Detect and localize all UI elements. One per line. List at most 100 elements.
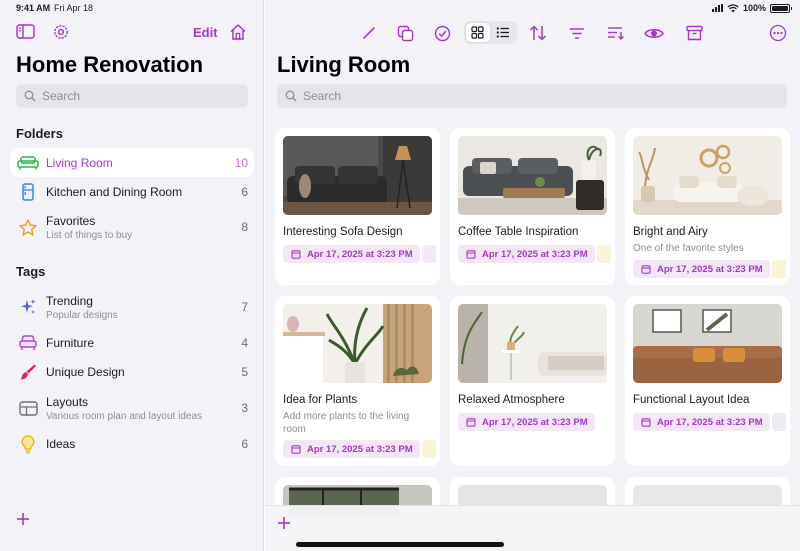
search-icon (285, 90, 297, 102)
search-icon (24, 90, 36, 102)
card-image-relaxed (458, 304, 607, 383)
toolbar (265, 20, 800, 46)
date-chip-text: Apr 17, 2025 at 3:23 PM (482, 416, 588, 428)
tag-chip-partial[interactable] (422, 245, 436, 263)
tag-chip-partial[interactable] (597, 245, 611, 263)
calendar-icon (291, 445, 301, 454)
status-indicators: 100% (711, 3, 792, 13)
sidebar-item-label: Layouts (46, 394, 89, 409)
calendar-icon (641, 418, 651, 427)
paintbrush-icon (10, 363, 46, 381)
tag-chip-partial[interactable] (772, 413, 786, 431)
main-content: Living Room Search Interesting Sofa Desi… (265, 0, 800, 551)
sidebar-item-furniture[interactable]: Furniture 4 (10, 331, 254, 355)
card-title: Interesting Sofa Design (283, 226, 403, 238)
home-icon[interactable] (229, 23, 247, 47)
date-chip[interactable]: Apr 17, 2025 at 3:23 PM (633, 260, 770, 278)
main-search-field[interactable]: Search (277, 84, 787, 108)
sidebar-item-label: Living Room (46, 155, 113, 170)
note-card[interactable]: Idea for Plants Add more plants to the l… (275, 296, 440, 466)
sidebar-item-label: Ideas (46, 437, 76, 451)
sidebar-item-label: Furniture (46, 336, 95, 350)
sidebar-item-count: 3 (241, 401, 248, 415)
sidebar-item-ideas[interactable]: Ideas 6 (10, 432, 254, 456)
note-card[interactable]: Functional Layout Idea Apr 17, 2025 at 3… (625, 296, 790, 466)
card-title: Functional Layout Idea (633, 394, 750, 406)
star-icon (10, 218, 46, 236)
fridge-icon (10, 183, 46, 201)
sidebar-item-count: 6 (241, 185, 248, 199)
card-image-functional-layout (633, 304, 782, 383)
status-date: Fri Apr 18 (54, 3, 94, 13)
date-chip[interactable]: Apr 17, 2025 at 3:23 PM (458, 245, 595, 263)
gear-icon[interactable] (52, 23, 70, 47)
card-title: Bright and Airy (633, 226, 708, 238)
calendar-icon (466, 418, 476, 427)
lightbulb-icon (10, 434, 46, 454)
card-title: Relaxed Atmosphere (458, 394, 565, 406)
list-reorder-icon[interactable] (604, 23, 626, 43)
battery-icon (770, 3, 792, 13)
list-view-icon[interactable] (496, 26, 510, 44)
sidebar-item-living-room[interactable]: Living Room 10 (10, 148, 254, 177)
sidebar-item-kitchen[interactable]: Kitchen and Dining Room 6 (10, 180, 254, 204)
page-title: Living Room (277, 52, 411, 77)
duplicate-icon[interactable] (394, 23, 416, 43)
add-note-button[interactable] (277, 514, 291, 534)
sidebar-search-field[interactable]: Search (16, 84, 248, 108)
layout-grid-icon (10, 400, 46, 416)
note-card[interactable]: Bright and Airy One of the favorite styl… (625, 128, 790, 285)
view-mode-segmented-control (464, 21, 517, 44)
date-chip[interactable]: Apr 17, 2025 at 3:23 PM (283, 245, 420, 263)
plus-icon (278, 517, 290, 529)
sidebar: Edit Home Renovation Search Folders Livi… (0, 0, 264, 551)
card-subtitle: One of the favorite styles (633, 243, 744, 254)
more-ellipsis-icon[interactable] (767, 23, 789, 43)
armchair-icon (10, 335, 46, 351)
wifi-icon (727, 3, 739, 12)
sidebar-item-count: 7 (241, 300, 248, 314)
cellular-signal-icon (711, 4, 723, 12)
date-chip[interactable]: Apr 17, 2025 at 3:23 PM (633, 413, 770, 431)
home-indicator[interactable] (296, 542, 504, 547)
sidebar-search-placeholder: Search (42, 89, 81, 103)
add-folder-button[interactable] (16, 510, 30, 530)
card-title: Coffee Table Inspiration (458, 226, 579, 238)
card-subtitle: Add more plants to the living room (283, 411, 410, 435)
sidebar-item-count: 8 (241, 220, 248, 234)
battery-percent: 100% (742, 3, 766, 13)
sidebar-item-count: 5 (241, 365, 248, 379)
date-chip-text: Apr 17, 2025 at 3:23 PM (307, 443, 413, 455)
calendar-icon (291, 250, 301, 259)
checkmark-circle-icon[interactable] (431, 23, 453, 43)
note-card[interactable]: Interesting Sofa Design Apr 17, 2025 at … (275, 128, 440, 285)
card-title: Idea for Plants (283, 394, 358, 406)
sidebar-item-trending[interactable]: Trending Popular designs 7 (10, 291, 254, 323)
tag-chip-partial[interactable] (772, 260, 786, 278)
sparkles-icon (10, 298, 46, 316)
edit-button[interactable]: Edit (193, 25, 218, 40)
pencil-icon[interactable] (358, 23, 380, 43)
note-card[interactable]: Coffee Table Inspiration Apr 17, 2025 at… (450, 128, 615, 285)
sidebar-item-unique-design[interactable]: Unique Design 5 (10, 360, 254, 384)
sidebar-item-favorites[interactable]: Favorites List of things to buy 8 (10, 211, 254, 243)
sidebar-toggle-icon[interactable] (16, 24, 35, 45)
date-chip[interactable]: Apr 17, 2025 at 3:23 PM (283, 440, 420, 458)
tag-chip-partial[interactable] (422, 440, 436, 458)
calendar-icon (641, 265, 651, 274)
grid-view-icon[interactable] (471, 26, 484, 44)
archive-box-icon[interactable] (683, 23, 705, 43)
sidebar-item-layouts[interactable]: Layouts Various room plan and layout ide… (10, 392, 254, 424)
sidebar-item-label: Unique Design (46, 365, 125, 379)
date-chip[interactable]: Apr 17, 2025 at 3:23 PM (458, 413, 595, 431)
note-card[interactable]: Relaxed Atmosphere Apr 17, 2025 at 3:23 … (450, 296, 615, 466)
card-image-plants (283, 304, 432, 383)
sidebar-item-count: 10 (234, 155, 248, 170)
date-chip-text: Apr 17, 2025 at 3:23 PM (482, 248, 588, 260)
sort-arrows-icon[interactable] (527, 23, 549, 43)
eye-icon[interactable] (643, 23, 665, 43)
sidebar-item-label: Trending (46, 293, 93, 308)
sidebar-item-label: Favorites (46, 213, 96, 228)
filter-icon[interactable] (566, 23, 588, 43)
sidebar-item-subtitle: Popular designs (46, 309, 118, 321)
